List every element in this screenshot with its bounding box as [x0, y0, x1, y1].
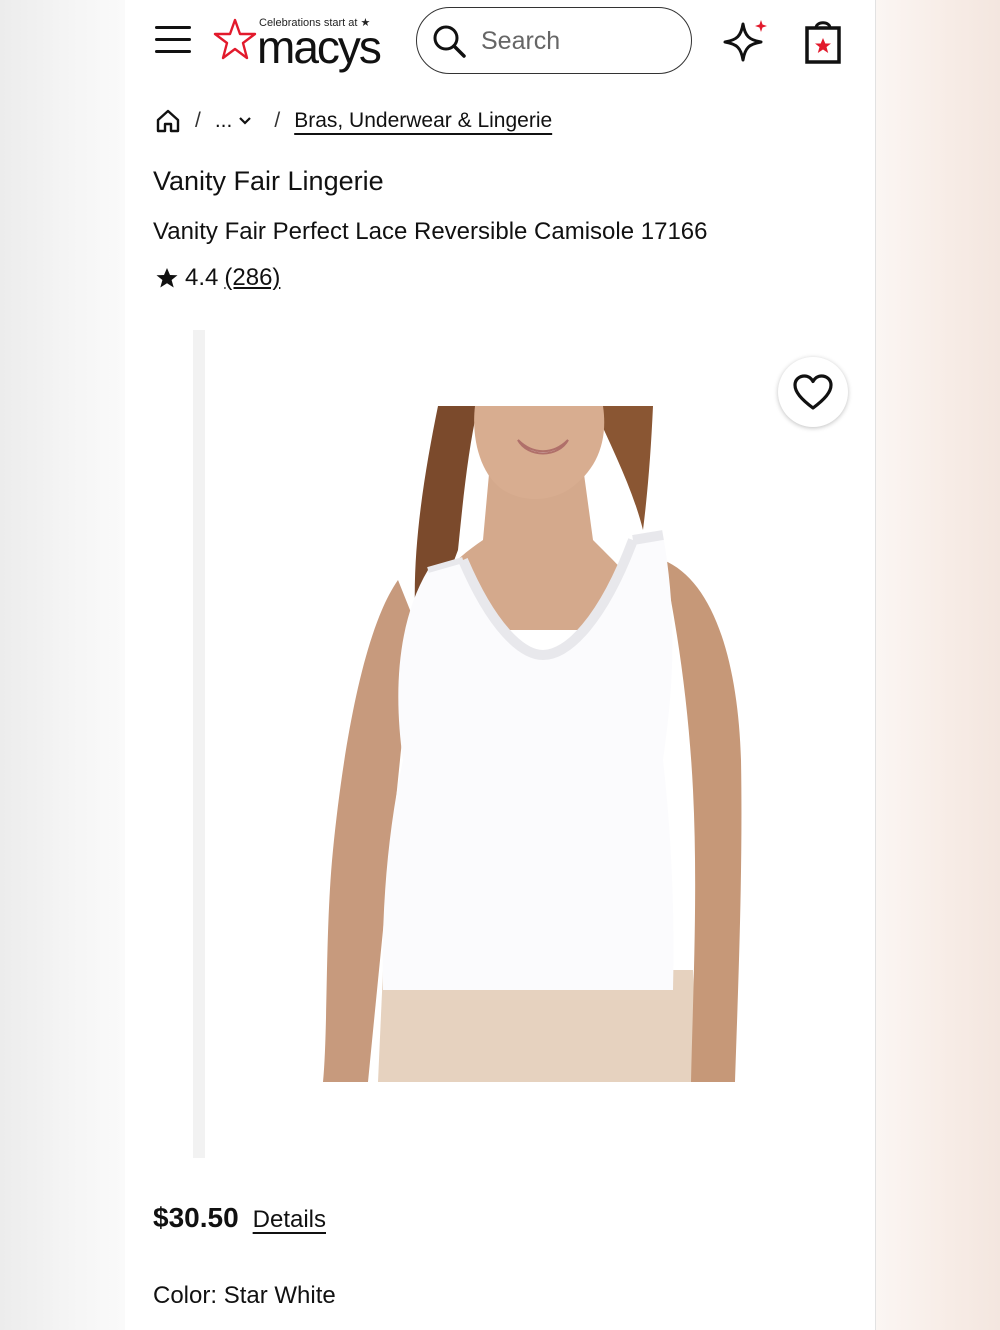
star-icon — [156, 268, 178, 288]
rating-value: 4.4 — [185, 264, 219, 291]
search-input[interactable] — [479, 22, 673, 60]
macys-logo[interactable]: Celebrations start at ★ macys — [213, 12, 393, 73]
product-price: $30.50 — [153, 1202, 239, 1233]
add-to-wishlist-button[interactable] — [778, 357, 848, 427]
review-count-link[interactable]: (286) — [224, 264, 280, 292]
search-icon — [433, 25, 466, 58]
price-row: $30.50 Details — [153, 1202, 326, 1234]
breadcrumb: / ... / Bras, Underwear & Lingerie — [155, 104, 552, 138]
breadcrumb-ellipsis: ... — [214, 109, 233, 132]
breadcrumb-more[interactable]: ... — [215, 109, 253, 133]
breadcrumb-separator: / — [274, 109, 281, 132]
macys-star-icon — [213, 18, 257, 60]
logo-wordmark: macys — [257, 21, 382, 73]
page-frame: Celebrations start at ★ macys / ... / Br… — [125, 0, 876, 1330]
product-title: Vanity Fair Perfect Lace Reversible Cami… — [153, 218, 708, 245]
price-details-link[interactable]: Details — [253, 1206, 326, 1234]
product-brand[interactable]: Vanity Fair Lingerie — [153, 166, 384, 197]
menu-icon[interactable] — [155, 26, 191, 58]
breadcrumb-category-link[interactable]: Bras, Underwear & Lingerie — [294, 109, 552, 133]
product-image — [323, 406, 742, 1082]
selected-color-label: Color: Star White — [153, 1282, 336, 1309]
sparkle-icon[interactable] — [723, 18, 771, 66]
shopping-bag-icon[interactable] — [803, 18, 843, 66]
chevron-down-icon — [239, 117, 252, 125]
heart-icon — [793, 374, 833, 410]
product-rating: 4.4 (286) — [155, 264, 280, 292]
product-image-gallery[interactable] — [193, 330, 875, 1158]
search-bar[interactable] — [416, 7, 692, 74]
breadcrumb-separator: / — [195, 109, 201, 132]
home-icon[interactable] — [155, 108, 181, 134]
